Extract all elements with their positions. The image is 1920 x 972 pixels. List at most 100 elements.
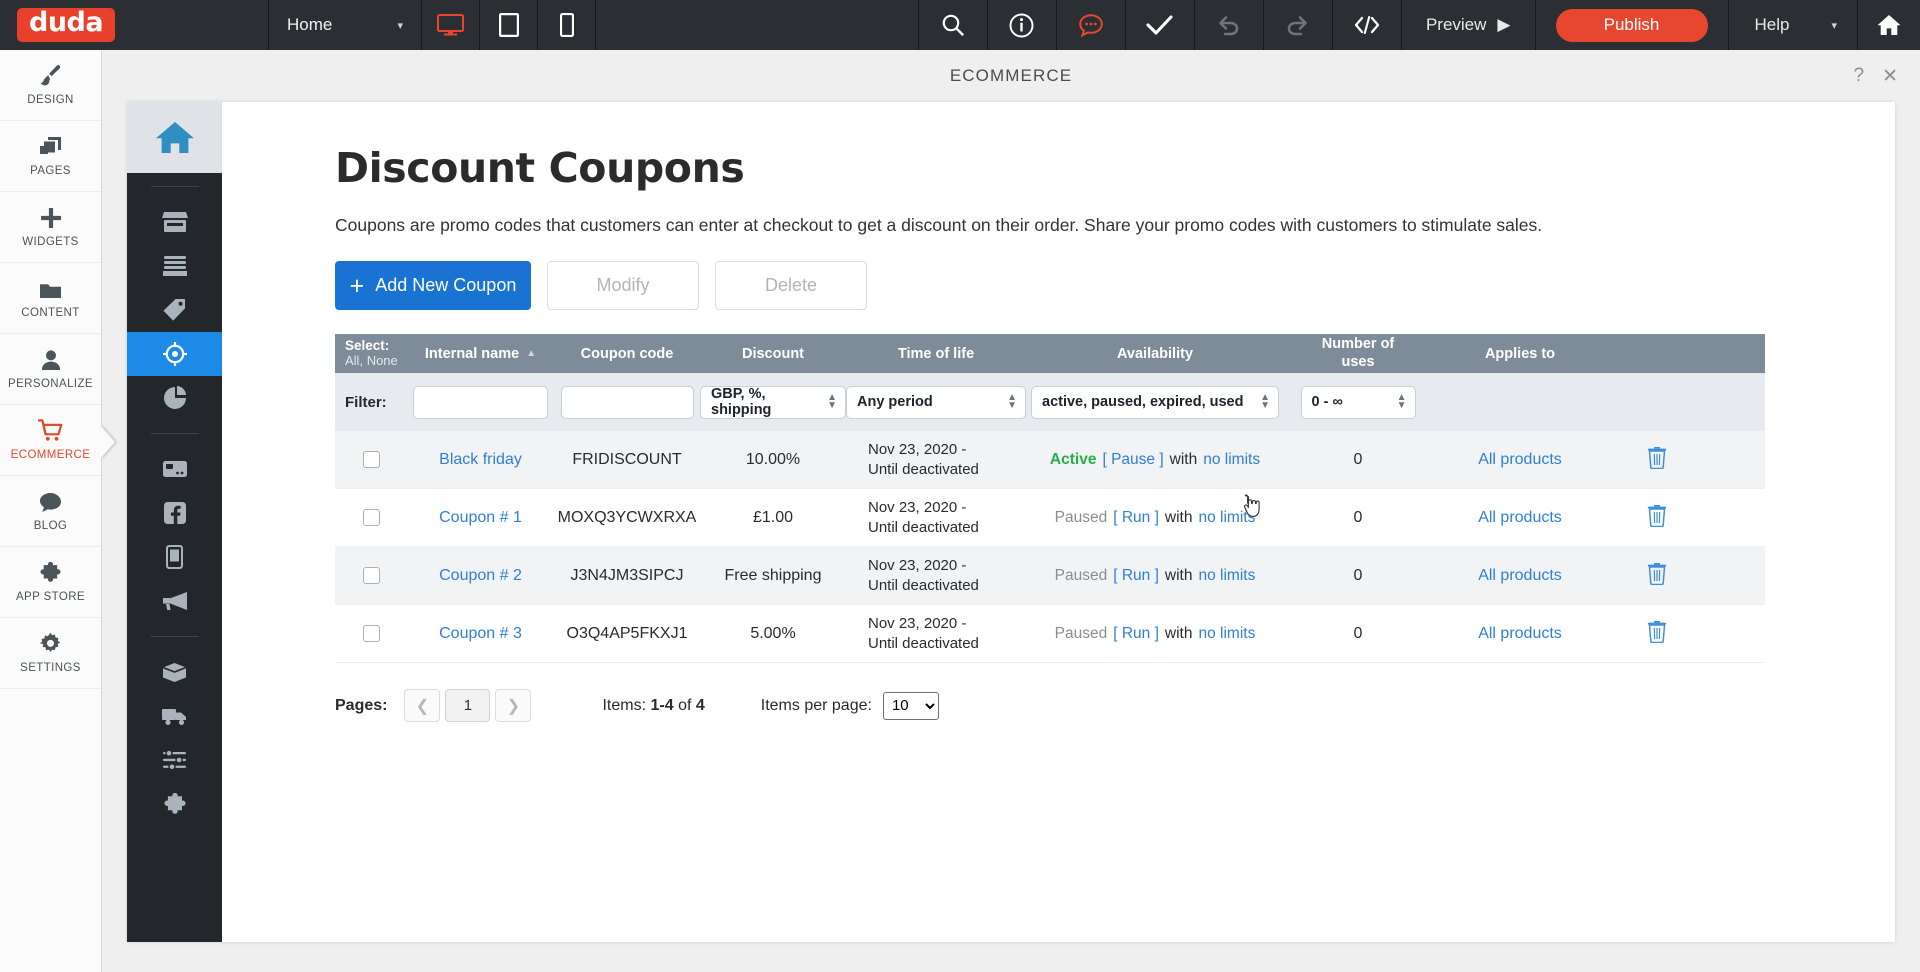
filter-discount-select[interactable]: GBP, %, shipping ▲ ▼ <box>700 385 846 419</box>
preview-button[interactable]: Preview ▶ <box>1402 0 1535 50</box>
filter-internal-name-input[interactable] <box>413 385 548 419</box>
sidebar-item-app-store[interactable]: APP STORE <box>0 547 101 618</box>
trash-icon[interactable] <box>1647 504 1667 532</box>
limits-link[interactable]: no limits <box>1198 567 1255 585</box>
page-selector[interactable]: Home ▾ <box>269 0 421 50</box>
sidebar-item-pages[interactable]: PAGES <box>0 121 101 192</box>
header-discount[interactable]: Discount <box>700 334 846 373</box>
filter-uses-select[interactable]: 0 - ∞ ▲ ▼ <box>1300 385 1416 419</box>
modify-button[interactable]: Modify <box>547 261 699 310</box>
row-checkbox[interactable] <box>362 625 380 642</box>
trash-icon[interactable] <box>1647 446 1667 474</box>
rail-item-promote[interactable] <box>127 579 222 623</box>
status-toggle-link[interactable]: [ Run ] <box>1113 567 1159 585</box>
rail-divider <box>150 636 199 637</box>
filter-applies-to-empty <box>1432 383 1608 422</box>
row-checkbox[interactable] <box>362 451 380 468</box>
limits-link[interactable]: no limits <box>1203 451 1260 469</box>
redo-icon[interactable] <box>1264 0 1332 50</box>
home-icon[interactable] <box>1858 0 1920 50</box>
desktop-icon[interactable] <box>422 0 479 50</box>
table-row[interactable]: Coupon # 3 O3Q4AP5FKXJ1 5.00% Nov 23, 2020 … <box>335 605 1765 663</box>
help-menu[interactable]: Help ▾ <box>1729 0 1858 50</box>
life-end: Until deactivated <box>868 635 979 652</box>
header-internal-name[interactable]: Internal name ▲ <box>407 334 554 373</box>
sidebar-item-widgets[interactable]: WIDGETS <box>0 192 101 263</box>
applies-to-link[interactable]: All products <box>1478 509 1562 527</box>
rail-item-shipping-box[interactable] <box>127 650 222 694</box>
close-icon[interactable]: ✕ <box>1882 65 1898 88</box>
table-header-row: Select: All, None Internal name ▲ Coupon… <box>335 334 1765 373</box>
table-row[interactable]: Coupon # 1 MOXQ3YCWXRXA £1.00 Nov 23, 2020 … <box>335 489 1765 547</box>
rail-item-apps[interactable] <box>127 782 222 826</box>
checkmark-icon[interactable] <box>1126 0 1194 50</box>
prev-page-button[interactable]: ❮ <box>404 689 441 722</box>
select-all-none[interactable]: All, None <box>345 353 398 369</box>
rail-item-facebook-shop[interactable] <box>127 491 222 535</box>
filter-coupon-code-input[interactable] <box>560 385 694 419</box>
rail-item-settings-sliders[interactable] <box>127 738 222 782</box>
undo-icon[interactable] <box>1195 0 1263 50</box>
rail-item-statistics[interactable] <box>127 376 222 420</box>
sidebar-item-ecommerce[interactable]: ECOMMERCE <box>0 405 101 476</box>
rail-home-button[interactable] <box>127 102 222 173</box>
table-row[interactable]: Black friday FRIDISCOUNT 10.00% Nov 23, 202… <box>335 431 1765 489</box>
facebook-icon <box>163 502 186 524</box>
rail-item-orders[interactable] <box>127 244 222 288</box>
status-toggle-link[interactable]: [ Run ] <box>1113 509 1159 527</box>
rail-item-mobile-app[interactable] <box>127 535 222 579</box>
page-number-1[interactable]: 1 <box>445 689 491 722</box>
rail-item-shipping-truck[interactable] <box>127 694 222 738</box>
search-icon[interactable] <box>919 0 987 50</box>
sidebar-item-content[interactable]: CONTENT <box>0 263 101 334</box>
coupon-name-link[interactable]: Coupon # 3 <box>439 625 522 643</box>
code-icon[interactable] <box>1333 0 1401 50</box>
sidebar-item-settings[interactable]: SETTINGS <box>0 618 101 689</box>
header-availability[interactable]: Availability <box>1026 334 1284 373</box>
help-button[interactable]: ? <box>1854 65 1865 87</box>
status-toggle-link[interactable]: [ Pause ] <box>1102 451 1163 469</box>
header-number-of-uses[interactable]: Number of uses <box>1284 334 1432 373</box>
sidebar-item-design[interactable]: DESIGN <box>0 50 101 121</box>
duda-logo[interactable]: duda <box>0 0 268 50</box>
sidebar-item-blog[interactable]: BLOG <box>0 476 101 547</box>
tablet-icon[interactable] <box>480 0 537 50</box>
filter-availability-select[interactable]: active, paused, expired, used ▲ ▼ <box>1031 385 1279 419</box>
rail-item-point-of-sale[interactable] <box>127 447 222 491</box>
header-coupon-code[interactable]: Coupon code <box>554 334 700 373</box>
header-applies-to[interactable]: Applies to <box>1432 334 1608 373</box>
table-row[interactable]: Coupon # 2 J3N4JM3SIPCJ Free shipping Nov 2… <box>335 547 1765 605</box>
limits-link[interactable]: no limits <box>1198 625 1255 643</box>
next-page-button[interactable]: ❯ <box>495 689 532 722</box>
coupon-name-link[interactable]: Black friday <box>439 451 522 469</box>
filter-time-select[interactable]: Any period ▲ ▼ <box>846 385 1026 419</box>
trash-icon[interactable] <box>1647 562 1667 590</box>
limits-link[interactable]: no limits <box>1198 509 1255 527</box>
applies-to-link[interactable]: All products <box>1478 625 1562 643</box>
coupon-name-link[interactable]: Coupon # 2 <box>439 567 522 585</box>
rail-item-products[interactable] <box>127 288 222 332</box>
info-circle-icon[interactable] <box>988 0 1056 50</box>
chat-bubble-icon[interactable] <box>1057 0 1125 50</box>
add-new-coupon-button[interactable]: + Add New Coupon <box>335 261 531 310</box>
puzzle-piece-icon <box>39 561 62 584</box>
trash-icon[interactable] <box>1647 620 1667 648</box>
per-page-select[interactable]: 102550100 <box>882 691 939 720</box>
header-time-of-life[interactable]: Time of life <box>846 334 1026 373</box>
status-toggle-link[interactable]: [ Run ] <box>1113 625 1159 643</box>
row-checkbox[interactable] <box>362 567 380 584</box>
sidebar-item-personalize[interactable]: PERSONALIZE <box>0 334 101 405</box>
rail-item-marketing[interactable] <box>127 332 222 376</box>
sidebar-collapse-arrow[interactable] <box>100 425 115 459</box>
delete-button[interactable]: Delete <box>715 261 867 310</box>
publish-button[interactable]: Publish <box>1555 8 1708 42</box>
applies-to-link[interactable]: All products <box>1478 567 1562 585</box>
mobile-icon[interactable] <box>538 0 595 50</box>
table-body: Black friday FRIDISCOUNT 10.00% Nov 23, 202… <box>335 431 1765 663</box>
row-checkbox[interactable] <box>362 509 380 526</box>
chat-bubble-icon <box>39 490 62 513</box>
coupon-name-link[interactable]: Coupon # 1 <box>439 509 522 527</box>
rail-item-storefront[interactable] <box>127 200 222 244</box>
applies-to-link[interactable]: All products <box>1478 451 1562 469</box>
